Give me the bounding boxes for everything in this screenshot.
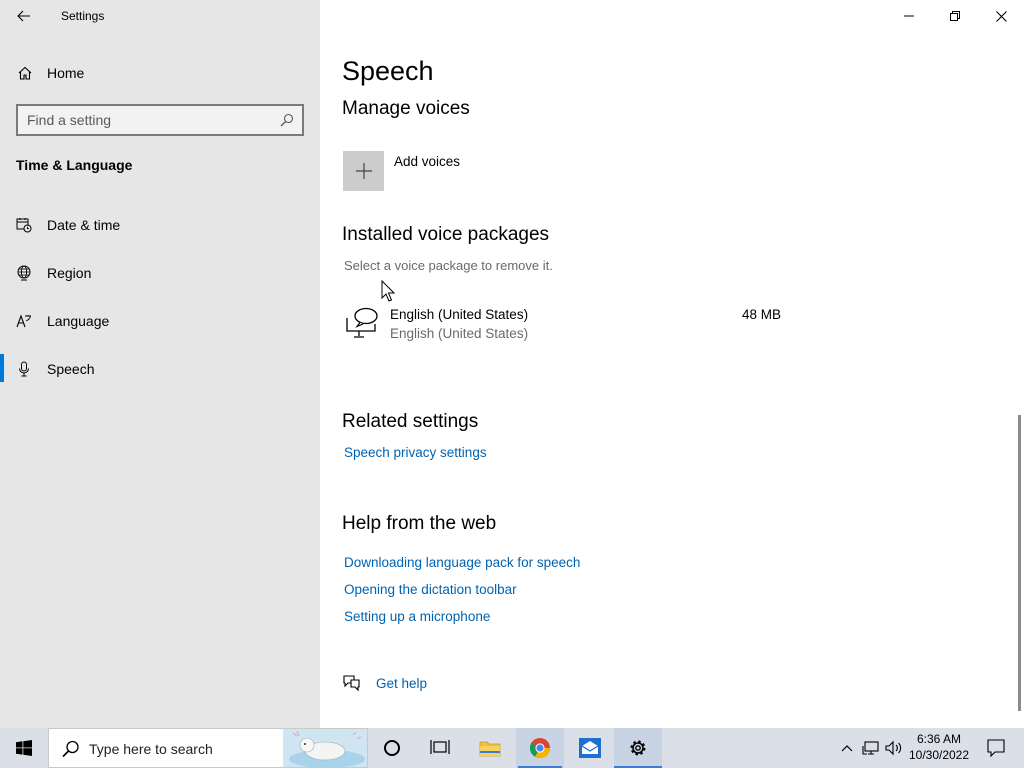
restore-icon bbox=[950, 11, 960, 21]
volume-icon bbox=[885, 740, 902, 756]
sidebar-item-label: Language bbox=[47, 313, 110, 329]
calendar-clock-icon bbox=[16, 218, 32, 233]
mail-app-button[interactable] bbox=[566, 728, 614, 768]
network-button[interactable] bbox=[861, 738, 881, 758]
task-view-button[interactable] bbox=[416, 728, 464, 768]
get-help-link[interactable]: Get help bbox=[376, 676, 427, 691]
windows-logo-icon bbox=[16, 740, 32, 756]
installed-voices-heading: Installed voice packages bbox=[342, 224, 550, 245]
speech-privacy-link[interactable]: Speech privacy settings bbox=[344, 445, 487, 460]
network-icon bbox=[862, 741, 879, 755]
cortana-icon bbox=[384, 740, 400, 756]
add-voices-label[interactable]: Add voices bbox=[394, 154, 460, 169]
help-web-heading: Help from the web bbox=[342, 513, 497, 534]
notification-icon bbox=[987, 739, 1005, 757]
taskbar-search-placeholder: Type here to search bbox=[89, 741, 213, 757]
sidebar-item-language[interactable]: Language bbox=[0, 302, 320, 340]
microphone-icon bbox=[19, 361, 29, 377]
voice-package-sub: English (United States) bbox=[390, 326, 529, 341]
manage-voices-heading: Manage voices bbox=[342, 98, 470, 119]
speech-monitor-icon bbox=[346, 307, 378, 338]
page-title: Speech bbox=[342, 56, 434, 86]
mail-app-icon bbox=[579, 738, 601, 758]
app-title: Settings bbox=[61, 9, 105, 23]
show-hidden-icons-button[interactable] bbox=[837, 738, 857, 758]
back-arrow-icon bbox=[17, 10, 30, 22]
folder-icon bbox=[479, 741, 501, 757]
language-icon bbox=[16, 314, 31, 328]
add-voices-button[interactable] bbox=[343, 151, 384, 191]
file-explorer-button[interactable] bbox=[466, 728, 514, 768]
sidebar-item-date-time[interactable]: Date & time bbox=[0, 206, 320, 244]
sidebar-item-label: Date & time bbox=[47, 217, 121, 233]
taskbar-search[interactable]: Type here to search bbox=[48, 728, 368, 768]
home-label: Home bbox=[47, 65, 85, 81]
active-indicator bbox=[0, 354, 4, 382]
section-header: Time & Language bbox=[16, 157, 133, 173]
minimize-button[interactable] bbox=[886, 0, 932, 32]
search-input[interactable] bbox=[27, 111, 277, 129]
settings-search[interactable] bbox=[16, 104, 304, 136]
volume-button[interactable] bbox=[884, 738, 904, 758]
search-icon[interactable] bbox=[280, 113, 294, 127]
mouse-cursor-icon bbox=[381, 280, 395, 302]
action-center-button[interactable] bbox=[980, 728, 1012, 768]
chat-help-icon bbox=[343, 675, 360, 692]
close-button[interactable] bbox=[978, 0, 1024, 32]
sidebar-item-region[interactable]: Region bbox=[0, 254, 320, 292]
help-link-language-pack[interactable]: Downloading language pack for speech bbox=[344, 555, 580, 570]
minimize-icon bbox=[904, 15, 914, 17]
nav-home[interactable]: Home bbox=[0, 58, 320, 88]
chrome-button[interactable] bbox=[516, 728, 564, 768]
gear-icon bbox=[630, 740, 646, 756]
related-settings-heading: Related settings bbox=[342, 411, 479, 432]
sidebar: Settings Home Time & Language Date & tim… bbox=[0, 0, 320, 728]
close-icon bbox=[995, 10, 1007, 22]
search-icon bbox=[62, 740, 79, 758]
settings-app-button[interactable] bbox=[614, 728, 662, 768]
back-button[interactable] bbox=[8, 2, 40, 30]
voice-package-size: 48 MB bbox=[742, 307, 782, 322]
sidebar-item-label: Region bbox=[47, 265, 92, 281]
plus-icon bbox=[355, 163, 372, 179]
help-link-microphone[interactable]: Setting up a microphone bbox=[344, 609, 490, 624]
installed-voices-subtext: Select a voice package to remove it. bbox=[344, 258, 553, 273]
sidebar-item-speech[interactable]: Speech bbox=[0, 350, 320, 388]
start-button[interactable] bbox=[0, 728, 48, 768]
voice-package-item[interactable]: English (United States) English (United … bbox=[342, 302, 792, 346]
voice-package-name: English (United States) bbox=[390, 307, 529, 322]
chrome-icon bbox=[529, 738, 551, 759]
task-view-icon bbox=[430, 740, 450, 754]
home-icon bbox=[18, 66, 32, 80]
clock-time: 6:36 AM bbox=[916, 732, 962, 746]
cortana-button[interactable] bbox=[368, 728, 416, 768]
title-bar: Settings bbox=[0, 0, 320, 32]
taskbar: Type here to search 6:36 AM 10/30/2022 bbox=[0, 728, 1024, 768]
sidebar-item-label: Speech bbox=[47, 361, 95, 377]
restore-button[interactable] bbox=[932, 0, 978, 32]
chevron-up-icon bbox=[841, 745, 853, 752]
taskbar-clock[interactable]: 6:36 AM 10/30/2022 bbox=[906, 731, 972, 763]
scrollbar[interactable] bbox=[1018, 415, 1021, 711]
help-link-dictation-toolbar[interactable]: Opening the dictation toolbar bbox=[344, 582, 517, 597]
clock-date: 10/30/2022 bbox=[908, 748, 970, 762]
globe-icon bbox=[17, 265, 31, 281]
search-highlight-art-icon bbox=[283, 729, 367, 767]
